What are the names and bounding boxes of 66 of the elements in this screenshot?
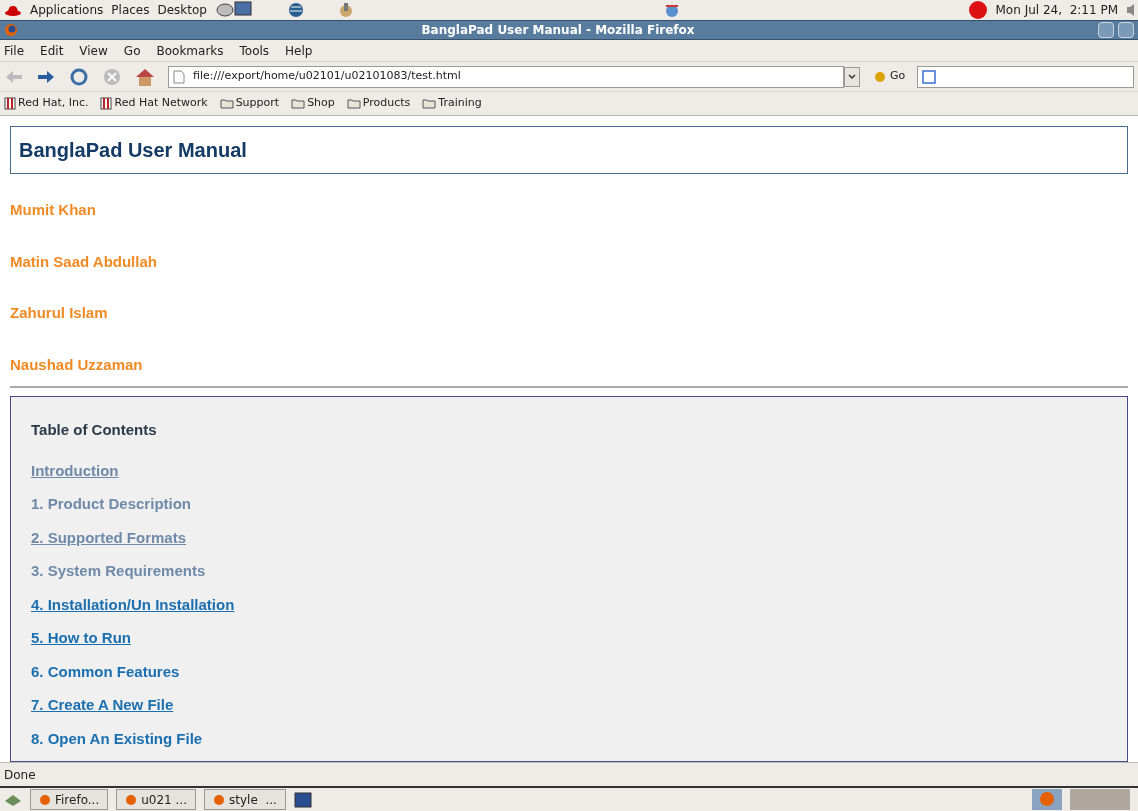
author-name: Zahurul Islam [10,303,109,323]
menu-item[interactable]: View [79,41,108,60]
menu-item[interactable]: Help [285,41,313,60]
terminal-icon[interactable] [293,791,312,808]
status-text: Done [4,766,36,784]
alert-icon [967,0,988,20]
go-icon [872,70,886,83]
menu-item[interactable]: Bookmarks [156,41,224,60]
computer-icon[interactable] [214,1,255,19]
panel-menu[interactable]: Places [111,1,150,19]
toc-link[interactable]: 6. Common Features [31,660,180,683]
search-field[interactable] [917,65,1134,88]
bookmark[interactable]: Support [219,95,280,112]
folder-icon [219,98,234,109]
toc-link[interactable]: 4. Installation/Un Installation [31,593,235,616]
page-heading: BanglaPad User Manual [19,138,247,163]
taskbar-button[interactable]: Firefo... [30,789,109,810]
address-field[interactable]: file:///export/home/u02101/u02101083/test.html [168,65,844,88]
bookmark[interactable]: Products [346,95,411,112]
go-button[interactable]: Go [872,68,906,85]
globe-icon[interactable] [286,1,305,19]
bookmark[interactable]: Red Hat, Inc. [4,95,89,112]
toc-title: Table of Contents [31,420,158,440]
menu-item[interactable]: Tools [239,41,270,60]
bookmark[interactable]: Red Hat Network [100,95,208,112]
search-engine-icon [922,69,937,84]
dropdown-button[interactable] [844,66,860,87]
taskbar-button[interactable]: u021 ... [116,789,196,810]
page-icon [173,69,185,84]
author-name: Naushad Uzzaman [10,354,144,375]
menu-item[interactable]: Edit [40,41,64,60]
window-title: BanglaPad User Manual - Mozilla Firefox [420,22,696,39]
toc-link[interactable]: 5. How to Run [31,627,131,650]
panel-menu[interactable]: Applications [30,1,104,19]
bookmark[interactable]: Training [422,95,482,112]
forward-icon[interactable] [36,69,56,84]
bookmark[interactable]: Shop [291,95,335,112]
stop-icon[interactable] [102,66,122,87]
firefox-icon [4,23,18,37]
speaker-icon[interactable] [1126,3,1134,17]
bookmark-icon [4,97,16,110]
workspace-switcher[interactable] [1070,789,1130,810]
hat-icon [4,4,22,16]
desktop-icon[interactable] [4,792,22,807]
clock: Mon Jul 24, 2:11 PM [995,2,1118,19]
folder-icon [346,98,361,109]
author-name: Matin Saad Abdullah [10,251,158,272]
back-icon[interactable] [4,69,24,84]
toc-link[interactable]: 8. Open An Existing File [31,727,203,750]
window-icon [125,793,138,806]
reload-icon[interactable] [68,66,90,87]
panel-menu[interactable]: Desktop [157,1,207,19]
window-icon [213,793,225,806]
minimize-button[interactable] [1098,22,1114,38]
menu-item[interactable]: Go [123,41,141,60]
window-icon [39,793,51,806]
author-name: Mumit Khan [10,200,97,220]
folder-icon [291,98,306,109]
taskbar-button[interactable]: style ... [204,789,286,810]
bookmark-icon [100,97,113,110]
toc-link[interactable]: 7. Create A New File [31,694,174,717]
chevron-icon [848,73,856,80]
maximize-button[interactable] [1118,22,1134,38]
folder-icon [422,98,437,109]
menu-item[interactable]: File [4,41,25,60]
home-icon[interactable] [134,66,156,87]
